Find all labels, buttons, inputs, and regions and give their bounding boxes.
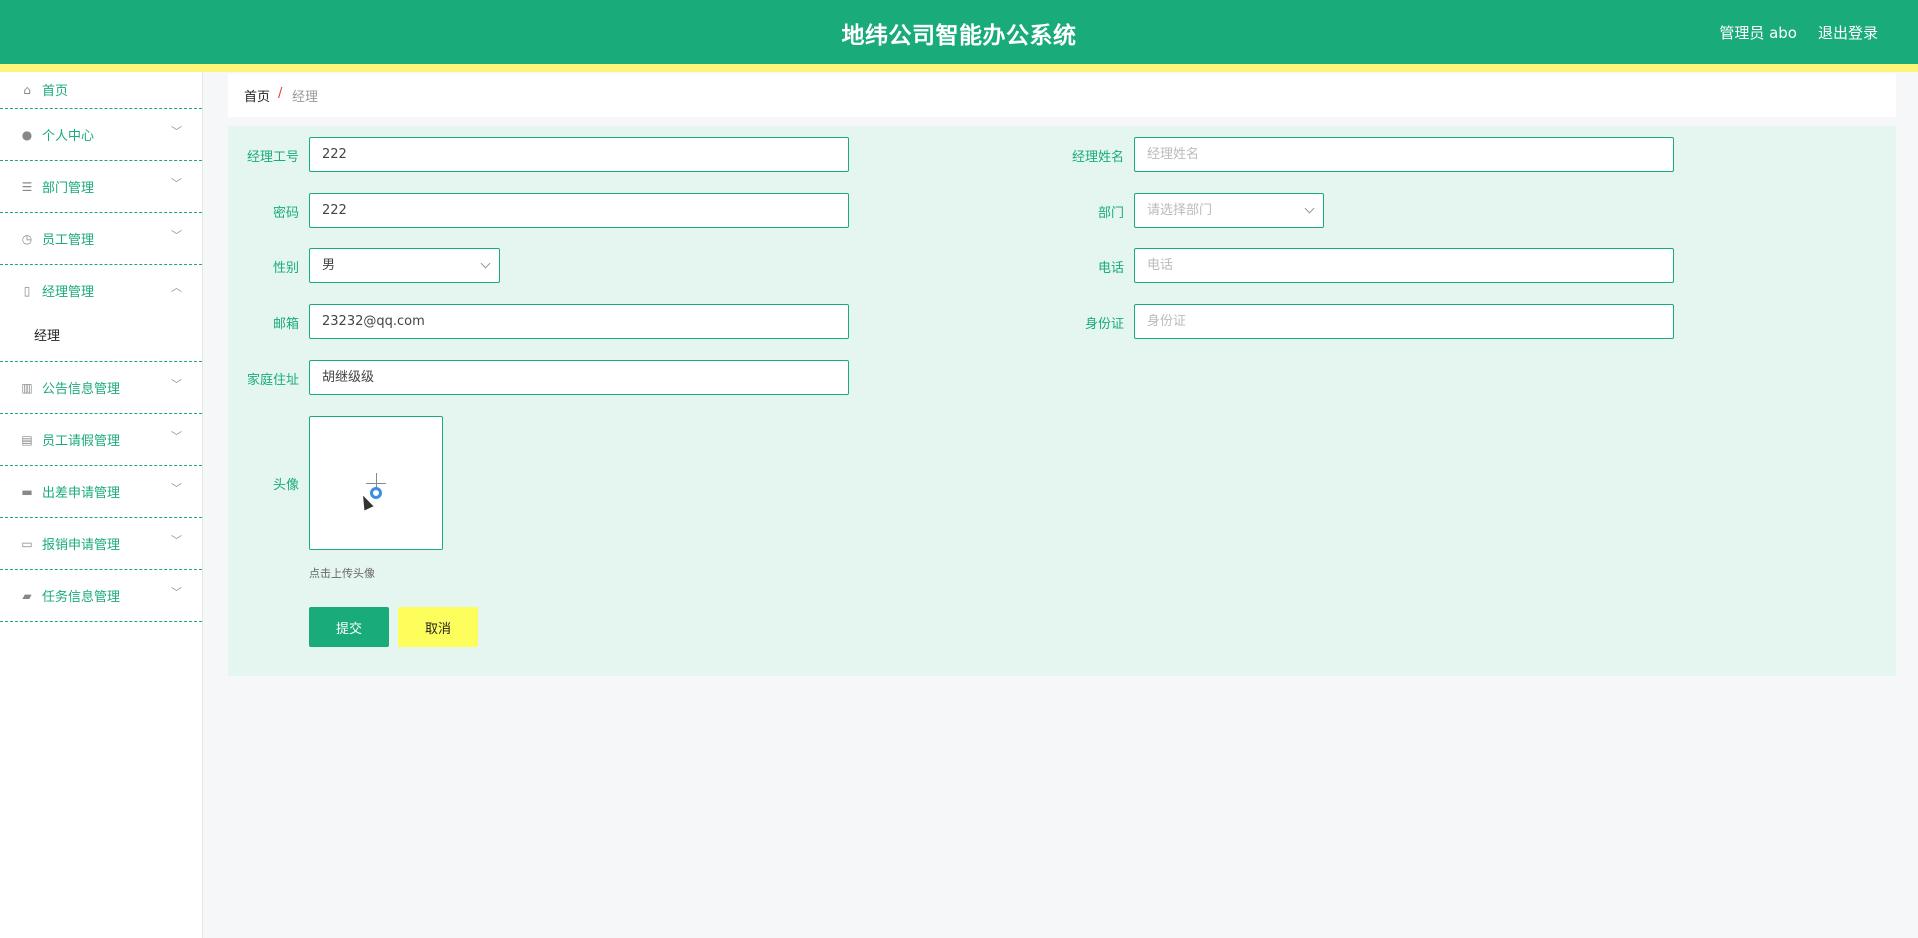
chevron-down-icon [480,258,491,269]
department-label: 部门 [1097,206,1124,221]
header-accent-bar [0,64,1918,72]
sidebar-subitem-manager[interactable]: 经理 [34,325,60,344]
breadcrumb-separator: / [278,86,283,101]
bar-chart-icon: ▥ [21,381,33,395]
avatar-upload-box[interactable] [309,416,443,550]
busy-cursor-icon [370,487,382,499]
chevron-down-icon: ﹀ [171,430,182,443]
email-input[interactable]: 23232@qq.com [309,304,849,339]
monitor-icon: ▭ [21,537,33,551]
list-icon: ☰ [21,180,33,194]
id-card-input[interactable]: 身份证 [1134,304,1674,339]
chevron-up-icon: ﹀ [171,280,182,293]
breadcrumb-current: 经理 [292,90,319,105]
chevron-down-icon: ﹀ [171,177,182,190]
avatar-upload-hint: 点击上传头像 [309,567,375,580]
sidebar-item-notice[interactable]: ▥ 公告信息管理 ﹀ [0,362,202,414]
sidebar-item-business-trip[interactable]: ▬ 出差申请管理 ﹀ [0,466,202,518]
current-user: 管理员 abo [1719,24,1797,42]
top-header: 地纬公司智能办公系统 管理员 abo 退出登录 [0,0,1918,72]
sidebar-item-employee[interactable]: ◷ 员工管理 ﹀ [0,213,202,265]
gender-select[interactable]: 男 [309,248,500,283]
chevron-down-icon: ﹀ [171,586,182,599]
email-label: 邮箱 [272,317,299,332]
password-label: 密码 [272,206,299,221]
department-select[interactable]: 请选择部门 [1134,193,1324,228]
sidebar-item-home[interactable]: ⌂ 首页 [0,72,202,109]
chevron-down-icon: ﹀ [171,378,182,391]
phone-input[interactable]: 电话 [1134,248,1674,283]
chevron-down-icon: ﹀ [171,482,182,495]
address-input[interactable]: 胡继级级 [309,360,849,395]
id-card-label: 身份证 [1084,317,1124,332]
sidebar-item-label: 公告信息管理 [42,382,121,397]
phone-label: 电话 [1097,261,1124,276]
chevron-down-icon: ﹀ [171,229,182,242]
manager-id-label: 经理工号 [246,150,299,165]
app-title: 地纬公司智能办公系统 [841,23,1077,49]
manager-name-input[interactable]: 经理姓名 [1134,137,1674,172]
chevron-down-icon [1304,203,1315,214]
breadcrumb: 首页 / 经理 [228,74,1896,117]
sidebar-item-department[interactable]: ☰ 部门管理 ﹀ [0,161,202,213]
chevron-down-icon: ﹀ [171,125,182,138]
chevron-down-icon: ﹀ [171,534,182,547]
department-select-placeholder: 请选择部门 [1147,203,1213,218]
sidebar-item-label: 部门管理 [42,181,95,196]
sidebar-item-label: 员工请假管理 [42,434,121,449]
clock-icon: ◷ [21,232,33,246]
mic-icon: ▯ [23,284,31,298]
logout-link[interactable]: 退出登录 [1818,22,1878,43]
home-icon: ⌂ [23,83,31,97]
sidebar-item-label: 报销申请管理 [42,538,121,553]
sidebar-item-personal-center[interactable]: ● 个人中心 ﹀ [0,109,202,161]
submit-button[interactable]: 提交 [309,607,389,647]
user-icon: ● [21,128,33,142]
sidebar-item-label: 出差申请管理 [42,486,121,501]
gender-label: 性别 [272,261,299,276]
sidebar-item-task[interactable]: ▰ 任务信息管理 ﹀ [0,570,202,622]
suitcase-icon: ▬ [21,485,33,499]
manager-id-input[interactable]: 222 [309,137,849,172]
sidebar-item-label: 员工管理 [42,233,95,248]
ticket-icon: ▰ [22,589,32,603]
address-label: 家庭住址 [246,373,299,388]
breadcrumb-home[interactable]: 首页 [244,86,270,105]
avatar-label: 头像 [272,478,299,493]
gender-select-value: 男 [322,258,336,273]
sidebar-item-label: 任务信息管理 [42,590,121,605]
sidebar-item-leave[interactable]: ▤ 员工请假管理 ﹀ [0,414,202,466]
sidebar-item-label: 经理管理 [42,285,95,300]
password-input[interactable]: 222 [309,193,849,228]
sidebar-item-manager[interactable]: ▯ 经理管理 ﹀ 经理 [0,265,202,362]
sidebar-item-reimbursement[interactable]: ▭ 报销申请管理 ﹀ [0,518,202,570]
manager-name-label: 经理姓名 [1071,150,1124,165]
sidebar: ⌂ 首页 ● 个人中心 ﹀ ☰ 部门管理 ﹀ ◷ 员工管理 ﹀ ▯ 经理管理 ﹀… [0,72,203,938]
sidebar-item-label: 个人中心 [42,129,95,144]
line-chart-icon: ▤ [21,433,33,447]
sidebar-item-label: 首页 [42,84,69,99]
cancel-button[interactable]: 取消 [398,607,478,647]
